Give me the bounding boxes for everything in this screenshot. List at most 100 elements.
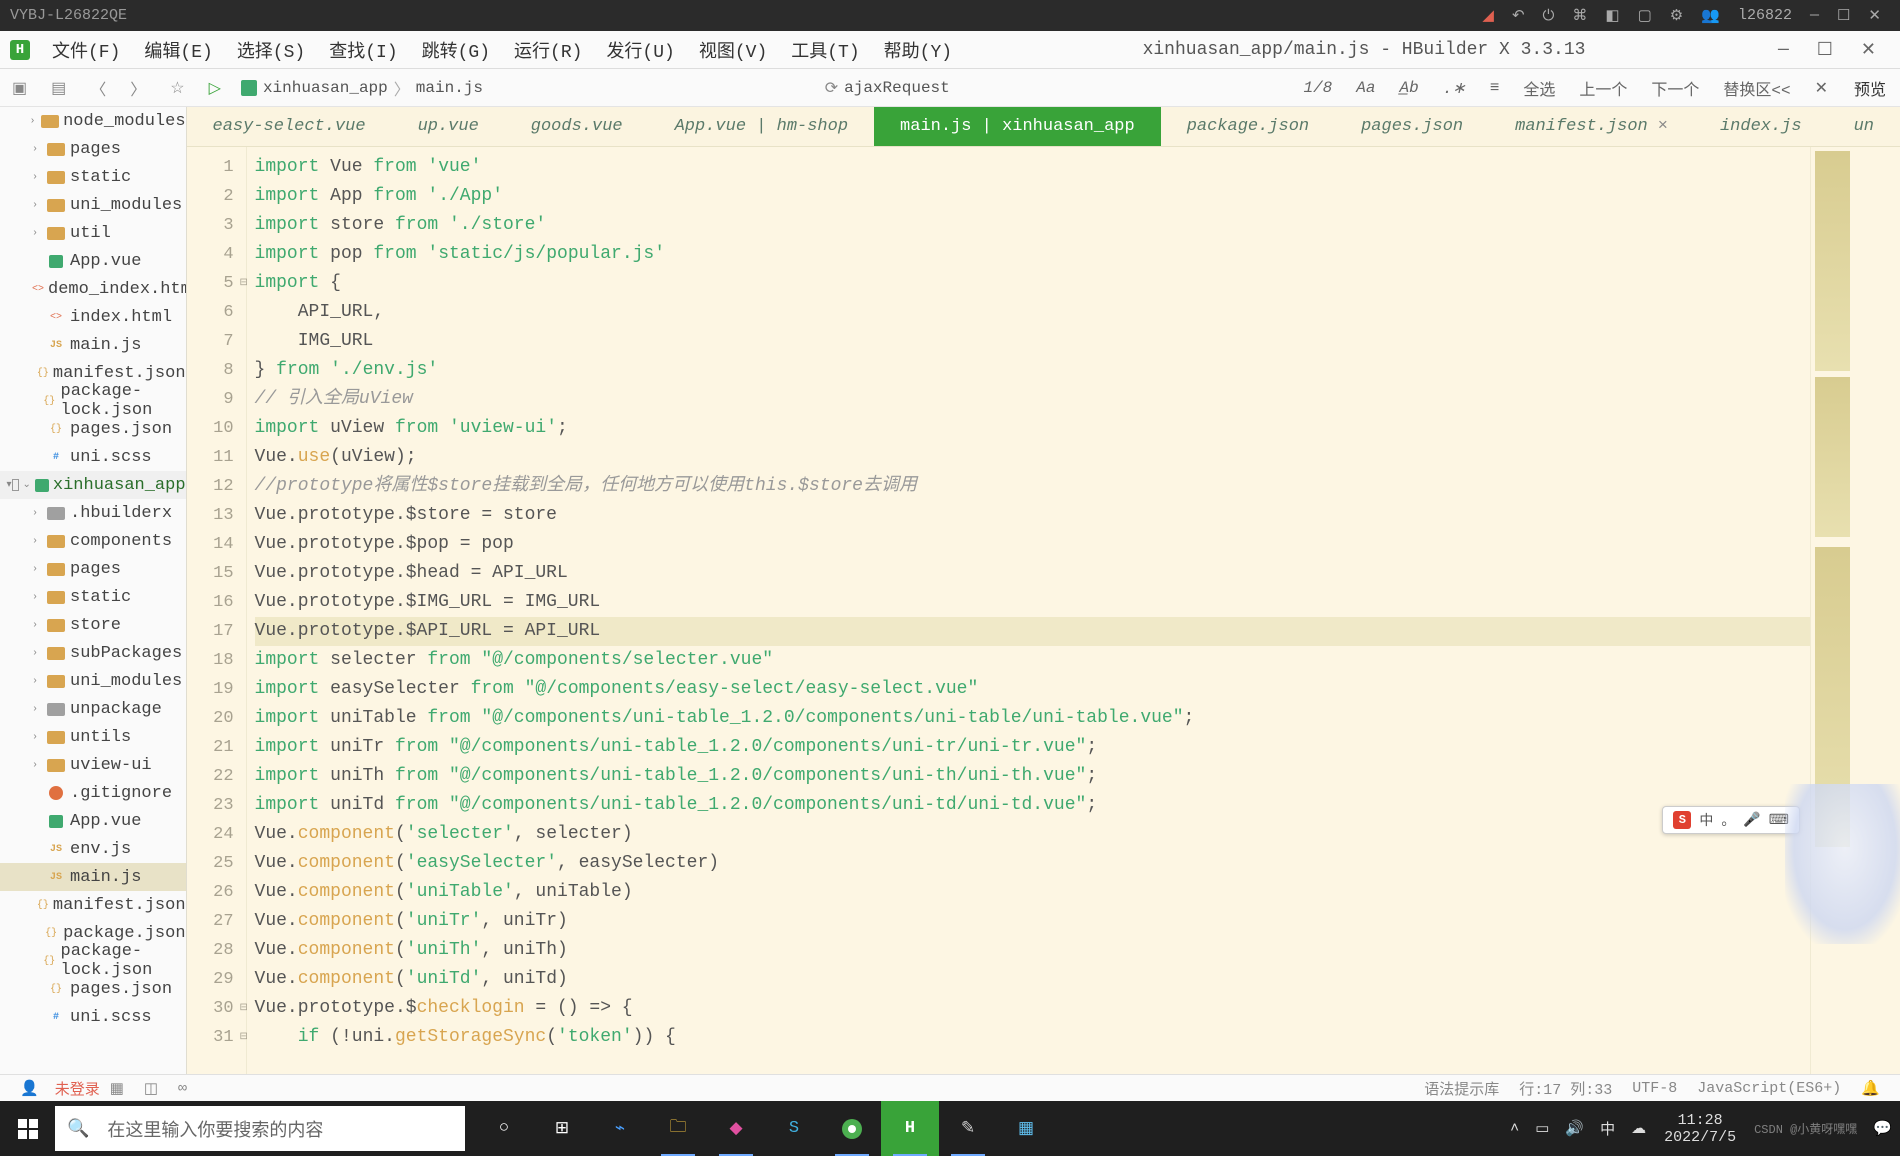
code-line[interactable]: Vue.prototype.$store = store: [255, 501, 1810, 530]
editor-tab[interactable]: package.json: [1161, 107, 1335, 146]
editor-tab[interactable]: index.js: [1694, 107, 1828, 146]
code-line[interactable]: import uniTable from "@/components/uni-t…: [255, 704, 1810, 733]
whole-word-icon[interactable]: A̲b: [1399, 79, 1418, 97]
minimize-icon[interactable]: —: [1810, 7, 1819, 24]
extension-icon[interactable]: ⌘: [1572, 6, 1587, 25]
tree-folder[interactable]: ›uni_modules: [0, 667, 186, 695]
tree-file[interactable]: {}pages.json: [0, 415, 186, 443]
ime-lang[interactable]: 中: [1699, 810, 1713, 830]
editor-tab[interactable]: App.vue | hm-shop: [649, 107, 874, 146]
tree-folder[interactable]: ›store: [0, 611, 186, 639]
notifications-icon[interactable]: 💬: [1873, 1119, 1892, 1138]
code-line[interactable]: Vue.component('uniTable', uniTable): [255, 878, 1810, 907]
notification-icon[interactable]: 🔔: [1861, 1079, 1880, 1098]
skype-app-icon[interactable]: S: [765, 1101, 823, 1156]
menu-item[interactable]: 工具(T): [791, 43, 859, 63]
editor-tab[interactable]: manifest.json×: [1489, 107, 1694, 146]
nav-select-all[interactable]: 全选: [1523, 76, 1555, 100]
editor-tab[interactable]: goods.vue: [505, 107, 649, 146]
tree-folder[interactable]: ›components: [0, 527, 186, 555]
tree-folder[interactable]: ›unpackage: [0, 695, 186, 723]
login-status[interactable]: 未登录: [55, 1078, 100, 1099]
tree-file[interactable]: {}package-lock.json: [0, 947, 186, 975]
breadcrumb-file[interactable]: main.js: [416, 79, 483, 97]
code-line[interactable]: import uView from 'uview-ui';: [255, 414, 1810, 443]
code-line[interactable]: IMG_URL: [255, 327, 1810, 356]
app-maximize-icon[interactable]: ☐: [1817, 39, 1833, 61]
menu-item[interactable]: 编辑(E): [144, 43, 212, 63]
breadcrumb-project[interactable]: xinhuasan_app: [263, 79, 388, 97]
task-view-icon[interactable]: ⊞: [533, 1101, 591, 1156]
editor-tab[interactable]: easy-select.vue: [187, 107, 392, 146]
tree-folder[interactable]: ›untils: [0, 723, 186, 751]
code-line[interactable]: Vue.prototype.$pop = pop: [255, 530, 1810, 559]
code-line[interactable]: // 引入全局uView: [255, 385, 1810, 414]
tray-chevron-icon[interactable]: ˄: [1510, 1120, 1519, 1137]
tree-file[interactable]: App.vue: [0, 247, 186, 275]
code-line[interactable]: Vue.prototype.$IMG_URL = IMG_URL: [255, 588, 1810, 617]
cortana-icon[interactable]: ○: [475, 1101, 533, 1156]
panel-bottom-icon[interactable]: ▤: [51, 78, 66, 98]
ime-punct-icon[interactable]: 。: [1721, 810, 1735, 830]
ime-tray-icon[interactable]: 中: [1600, 1118, 1615, 1139]
editor-tab[interactable]: pages.json: [1335, 107, 1489, 146]
tree-file[interactable]: ▾⌄xinhuasan_app: [0, 471, 186, 499]
terminal-icon[interactable]: ▦: [110, 1079, 124, 1098]
app-close-icon[interactable]: ✕: [1861, 39, 1876, 61]
editor-tab[interactable]: main.js | xinhuasan_app: [874, 107, 1161, 146]
link-icon[interactable]: ∞: [178, 1080, 187, 1097]
code-line[interactable]: import uniTh from "@/components/uni-tabl…: [255, 762, 1810, 791]
gear-icon[interactable]: ⚙: [1670, 6, 1683, 25]
code-line[interactable]: import uniTd from "@/components/uni-tabl…: [255, 791, 1810, 820]
nav-next[interactable]: 下一个: [1651, 76, 1699, 100]
chrome-app-icon[interactable]: [823, 1101, 881, 1156]
syntax-hint[interactable]: 语法提示库: [1424, 1078, 1499, 1099]
code-line[interactable]: Vue.prototype.$API_URL = API_URL: [255, 617, 1810, 646]
code-line[interactable]: API_URL,: [255, 298, 1810, 327]
editor-tab[interactable]: un: [1828, 107, 1900, 146]
code-line[interactable]: import selecter from "@/components/selec…: [255, 646, 1810, 675]
code-line[interactable]: import uniTr from "@/components/uni-tabl…: [255, 733, 1810, 762]
tree-folder[interactable]: ›subPackages: [0, 639, 186, 667]
regex-icon[interactable]: .∗: [1443, 78, 1466, 98]
code-line[interactable]: //prototype将属性$store挂载到全局，任何地方可以使用this.$…: [255, 472, 1810, 501]
run-icon[interactable]: ▷: [209, 78, 221, 98]
tree-file[interactable]: #uni.scss: [0, 443, 186, 471]
list-icon[interactable]: ≡: [1490, 79, 1500, 97]
code-line[interactable]: Vue.component('uniTd', uniTd): [255, 965, 1810, 994]
taskbar-clock[interactable]: 11:28 2022/7/5: [1664, 1112, 1736, 1146]
code-line[interactable]: import Vue from 'vue': [255, 153, 1810, 182]
menu-item[interactable]: 帮助(Y): [884, 43, 952, 63]
tree-file[interactable]: JSenv.js: [0, 835, 186, 863]
nav-back-icon[interactable]: 〈: [90, 76, 106, 100]
code-line[interactable]: } from './env.js': [255, 356, 1810, 385]
maximize-icon[interactable]: ☐: [1837, 6, 1850, 25]
console-icon[interactable]: ◫: [144, 1079, 158, 1098]
code-line[interactable]: Vue.use(uView);: [255, 443, 1810, 472]
app-icon[interactable]: ▦: [997, 1101, 1055, 1156]
code-line[interactable]: Vue.prototype.$head = API_URL: [255, 559, 1810, 588]
nav-replace[interactable]: 替换区<<: [1723, 76, 1790, 100]
window-icon[interactable]: ▢: [1638, 6, 1652, 25]
code-line[interactable]: import pop from 'static/js/popular.js': [255, 240, 1810, 269]
tree-file[interactable]: <>demo_index.html: [0, 275, 186, 303]
code-line[interactable]: import {: [255, 269, 1810, 298]
tree-folder[interactable]: ›util: [0, 219, 186, 247]
menu-item[interactable]: 视图(V): [699, 43, 767, 63]
code-line[interactable]: Vue.component('selecter', selecter): [255, 820, 1810, 849]
tree-folder[interactable]: ›static: [0, 163, 186, 191]
intellij-app-icon[interactable]: ◆: [707, 1101, 765, 1156]
tree-folder[interactable]: ›uview-ui: [0, 751, 186, 779]
tree-file[interactable]: <>index.html: [0, 303, 186, 331]
reply-icon[interactable]: ↶: [1512, 6, 1525, 25]
ajax-label[interactable]: ajaxRequest: [844, 79, 950, 97]
explorer-app-icon[interactable]: 🗀: [649, 1101, 707, 1156]
code-line[interactable]: Vue.component('easySelecter', easySelect…: [255, 849, 1810, 878]
menu-item[interactable]: 查找(I): [329, 43, 397, 63]
menu-item[interactable]: 跳转(G): [422, 43, 490, 63]
tree-folder[interactable]: ›node_modules: [0, 107, 186, 135]
dock-icon[interactable]: ◧: [1605, 6, 1619, 25]
tree-file[interactable]: {}pages.json: [0, 975, 186, 1003]
menu-item[interactable]: 运行(R): [514, 43, 582, 63]
hbuilder-app-icon[interactable]: H: [881, 1101, 939, 1156]
